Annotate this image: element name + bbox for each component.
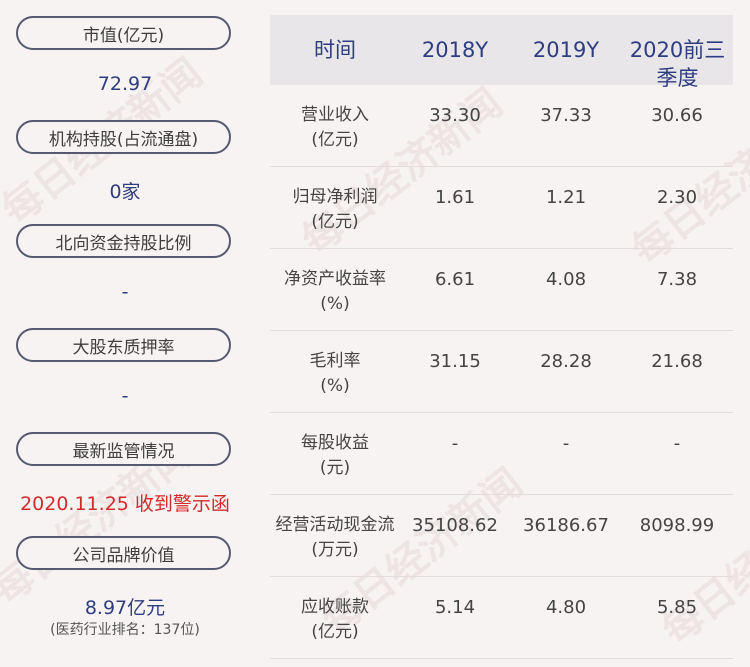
table-row: 营业收入 (亿元) 33.30 37.33 30.66 bbox=[270, 85, 733, 167]
row-label: 营业收入 (亿元) bbox=[301, 105, 369, 150]
row-value: 1.21 bbox=[545, 187, 587, 208]
row-value: 4.08 bbox=[545, 269, 587, 290]
row-value: 1.61 bbox=[434, 187, 476, 208]
row-value: 31.15 bbox=[429, 351, 481, 372]
row-label: 毛利率 (%) bbox=[309, 351, 361, 396]
financial-table: 时间 2018Y 2019Y 2020前三 季度 营业收入 (亿元) 33.30 37… bbox=[270, 15, 733, 659]
northbound-holding-label: 北向资金持股比例 bbox=[16, 224, 231, 258]
header-2020q3: 2020前三 季度 bbox=[629, 38, 726, 90]
row-value: 36186.67 bbox=[523, 515, 609, 536]
table-row: 应收账款 (亿元) 5.14 4.80 5.85 bbox=[270, 577, 733, 659]
row-value: 5.85 bbox=[656, 597, 698, 618]
row-value: 5.14 bbox=[434, 597, 476, 618]
institutional-holding-value: 0家 bbox=[109, 181, 141, 203]
institutional-holding-label: 机构持股(占流通盘) bbox=[16, 120, 231, 154]
row-value: 28.28 bbox=[540, 351, 592, 372]
row-label: 每股收益 (元) bbox=[301, 433, 369, 478]
market-cap-value: 72.97 bbox=[97, 73, 153, 95]
regulatory-status-value: 2020.11.25 收到警示函 bbox=[20, 493, 230, 515]
table-row: 净资产收益率 (%) 6.61 4.08 7.38 bbox=[270, 249, 733, 331]
row-value: 35108.62 bbox=[412, 515, 498, 536]
brand-value-label: 公司品牌价值 bbox=[16, 536, 231, 570]
row-value: - bbox=[451, 433, 459, 454]
brand-value-value: 8.97亿元 bbox=[84, 597, 166, 619]
table-row: 经营活动现金流 (万元) 35108.62 36186.67 8098.99 bbox=[270, 495, 733, 577]
table-row: 归母净利润 (亿元) 1.61 1.21 2.30 bbox=[270, 167, 733, 249]
pledge-ratio-label: 大股东质押率 bbox=[16, 328, 231, 362]
row-value: 30.66 bbox=[651, 105, 703, 126]
header-time: 时间 bbox=[314, 38, 356, 62]
brand-value-rank: (医药行业排名：137位) bbox=[50, 622, 200, 638]
regulatory-status-label: 最新监管情况 bbox=[16, 432, 231, 466]
stock-summary-panel: 市值(亿元) 72.97 机构持股(占流通盘) 0家 北向资金持股比例 - 大股… bbox=[0, 0, 250, 667]
row-label: 应收账款 (亿元) bbox=[301, 597, 369, 642]
header-2019y: 2019Y bbox=[532, 38, 600, 62]
pledge-ratio-value: - bbox=[121, 385, 129, 407]
row-value: 37.33 bbox=[540, 105, 592, 126]
table-header: 时间 2018Y 2019Y 2020前三 季度 bbox=[270, 15, 733, 90]
northbound-holding-value: - bbox=[121, 281, 129, 303]
table-row: 毛利率 (%) 31.15 28.28 21.68 bbox=[270, 331, 733, 413]
row-value: 33.30 bbox=[429, 105, 481, 126]
row-label: 归母净利润 (亿元) bbox=[292, 187, 378, 232]
row-value: - bbox=[562, 433, 570, 454]
row-value: 2.30 bbox=[656, 187, 698, 208]
row-label: 经营活动现金流 (万元) bbox=[275, 515, 395, 560]
row-value: 7.38 bbox=[656, 269, 698, 290]
row-value: 8098.99 bbox=[639, 515, 715, 536]
table-row: 每股收益 (元) - - - bbox=[270, 413, 733, 495]
row-label: 净资产收益率 (%) bbox=[284, 269, 386, 314]
row-value: 4.80 bbox=[545, 597, 587, 618]
row-value: 21.68 bbox=[651, 351, 703, 372]
row-value: - bbox=[673, 433, 681, 454]
market-cap-label: 市值(亿元) bbox=[16, 16, 231, 50]
row-value: 6.61 bbox=[434, 269, 476, 290]
header-2018y: 2018Y bbox=[421, 38, 489, 62]
